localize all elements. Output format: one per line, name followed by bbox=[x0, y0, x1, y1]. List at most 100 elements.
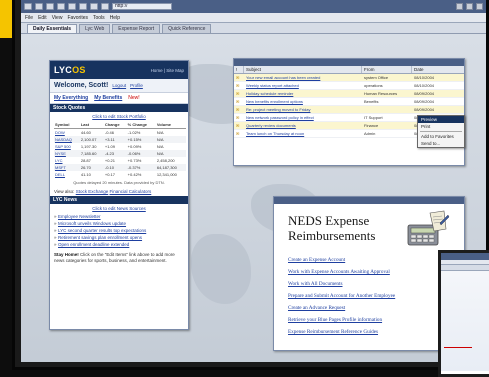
stock-symbol[interactable]: DELL bbox=[54, 171, 80, 178]
news-item[interactable]: Microsoft unveils Windows update bbox=[50, 220, 188, 227]
mail-subject[interactable]: Holiday schedule reminder bbox=[244, 90, 362, 97]
mail-from bbox=[362, 106, 412, 113]
expense-link-all-documents[interactable]: Work with All Documents bbox=[288, 281, 395, 287]
menu-favorites[interactable]: Favorites bbox=[67, 15, 88, 21]
table-row: S&P 500 1,197.30 +1.09 +0.09% N/A bbox=[54, 143, 186, 150]
stock-symbol[interactable]: S&P 500 bbox=[54, 143, 80, 150]
stock-last: 1,197.30 bbox=[80, 144, 97, 149]
mail-subject[interactable]: Your new email account has been created bbox=[244, 74, 362, 81]
new-badge: New! bbox=[128, 95, 140, 101]
mail-from: IT Support bbox=[364, 115, 383, 120]
expense-link-advance-request[interactable]: Create an Advance Request bbox=[288, 305, 395, 311]
home-icon[interactable] bbox=[68, 3, 76, 10]
secondary-red-rule bbox=[444, 343, 472, 348]
tab-lyc-web[interactable]: Lyc Web bbox=[79, 24, 111, 33]
mail-subject[interactable]: New network password policy in effect bbox=[244, 114, 362, 121]
calculator-illustration-icon bbox=[407, 210, 450, 246]
back-icon[interactable] bbox=[24, 3, 32, 10]
mail-subject[interactable]: Weekly status report attached bbox=[244, 82, 362, 89]
mail-titlebar bbox=[234, 59, 464, 66]
mail-from: Benefits bbox=[364, 99, 379, 104]
context-menu-item[interactable]: Preview bbox=[418, 116, 464, 123]
stock-header-row: Symbol Last Change % Change Volume bbox=[54, 121, 186, 129]
expense-link-awaiting-approval[interactable]: Work with Expense Accounts Awaiting Appr… bbox=[288, 269, 395, 275]
news-item[interactable]: Open enrollment deadline extended bbox=[50, 241, 188, 248]
menu-view[interactable]: View bbox=[52, 15, 63, 21]
mail-subject[interactable]: Quarterly review documents bbox=[244, 122, 362, 129]
tab-expense-report[interactable]: Expense Report bbox=[112, 24, 161, 33]
stock-disclaimer: Quotes delayed 20 minutes. Data provided… bbox=[73, 180, 165, 185]
col-from[interactable]: From bbox=[362, 66, 412, 73]
context-menu-item[interactable]: Send to... bbox=[418, 140, 464, 147]
expense-link-create-account[interactable]: Create an Expense Account bbox=[288, 257, 395, 263]
stock-symbol[interactable]: LYC bbox=[54, 157, 80, 164]
mail-from: system Office bbox=[364, 75, 389, 80]
table-row: NASDAQ 2,100.07 +3.11 +0.15% N/A bbox=[54, 136, 186, 143]
close-icon[interactable] bbox=[476, 3, 483, 10]
expense-link-another-employee[interactable]: Prepare and Submit Account for Another E… bbox=[288, 293, 395, 299]
context-menu: Preview Print Add to Favorites Send to..… bbox=[417, 115, 465, 148]
mail-subject[interactable]: Team lunch on Thursday at noon bbox=[244, 130, 362, 137]
refresh-icon[interactable] bbox=[57, 3, 65, 10]
forward-icon[interactable] bbox=[35, 3, 43, 10]
stock-symbol[interactable]: NYSE bbox=[54, 150, 80, 157]
mail-subject[interactable]: New benefits enrollment options bbox=[244, 98, 362, 105]
tab-daily-essentials[interactable]: Daily Essentials bbox=[27, 24, 78, 33]
stock-table: Symbol Last Change % Change Volume DOW 44… bbox=[54, 121, 186, 178]
stock-symbol[interactable]: MSFT bbox=[54, 164, 80, 171]
mail-from: Human Resources bbox=[364, 91, 398, 96]
stock-symbol[interactable]: NASDAQ bbox=[54, 136, 80, 143]
stock-symbol[interactable]: DOW bbox=[54, 129, 80, 137]
mail-row[interactable]: ✉ Holiday schedule reminder Human Resource… bbox=[234, 90, 464, 98]
mail-row[interactable]: ✉ New benefits enrollment options Benefits… bbox=[234, 98, 464, 106]
expense-links: Create an Expense Account Work with Expe… bbox=[288, 257, 395, 341]
page-tabs: Daily Essentials Lyc Web Expense Report … bbox=[21, 23, 486, 34]
stock-exchange-link[interactable]: Stock Exchange bbox=[76, 189, 109, 194]
edit-news-link[interactable]: Click to edit News Sources bbox=[50, 204, 188, 213]
col-change: Change bbox=[103, 121, 127, 129]
context-menu-item[interactable]: Add to Favorites bbox=[418, 133, 464, 140]
mail-row[interactable]: ✉ Re: project meeting moved to Friday 08/0… bbox=[234, 106, 464, 114]
mail-date: 08/09/2004 bbox=[414, 91, 435, 96]
favorites-icon[interactable] bbox=[90, 3, 98, 10]
expense-link-blue-pages[interactable]: Retrieve your Blue Pages Profile informa… bbox=[288, 317, 395, 323]
edit-stocks-link[interactable]: Click to edit Stock Portfolio bbox=[50, 112, 188, 121]
profile-link[interactable]: Profile bbox=[130, 83, 143, 88]
col-date[interactable]: Date bbox=[412, 66, 464, 73]
mail-date: 08/09/2004 bbox=[414, 99, 435, 104]
header-links[interactable]: Home | Site Map bbox=[151, 68, 184, 73]
subnav-my-benefits[interactable]: My Benefits bbox=[94, 95, 122, 101]
menu-help[interactable]: Help bbox=[110, 15, 120, 21]
stock-last: 2,100.07 bbox=[79, 136, 104, 143]
news-item[interactable]: Employee Newsletter bbox=[50, 213, 188, 220]
table-row: DELL 41.10 +0.17 +0.42% 12,341,000 bbox=[54, 171, 186, 178]
stop-icon[interactable] bbox=[46, 3, 54, 10]
expense-link-reference-guides[interactable]: Expense Reimbursement Reference Guides bbox=[288, 329, 395, 335]
col-subject[interactable]: Subject bbox=[244, 66, 362, 73]
search-icon[interactable] bbox=[79, 3, 87, 10]
menu-tools[interactable]: Tools bbox=[93, 15, 105, 21]
subnav-my-everything[interactable]: My Everything bbox=[54, 95, 88, 101]
logout-link[interactable]: Logout bbox=[112, 83, 126, 88]
welcome-text: Welcome, Scott! bbox=[54, 82, 109, 89]
minimize-icon[interactable] bbox=[456, 3, 463, 10]
stock-volume: N/A bbox=[155, 150, 186, 157]
news-item[interactable]: Retirement savings plan enrollment opens bbox=[50, 234, 188, 241]
col-flag[interactable]: ! bbox=[234, 66, 244, 73]
menu-file[interactable]: File bbox=[25, 15, 33, 21]
envelope-icon: ✉ bbox=[236, 131, 240, 136]
stock-change: -4.23 bbox=[103, 150, 127, 157]
company-logo[interactable]: LYCOS bbox=[54, 65, 86, 75]
expense-panel: NEDS Expense Reimbursements Create an Ex… bbox=[273, 196, 465, 351]
tab-quick-reference[interactable]: Quick Reference bbox=[162, 24, 212, 33]
print-icon[interactable] bbox=[101, 3, 109, 10]
financial-calculators-link[interactable]: Financial Calculators bbox=[110, 189, 152, 194]
maximize-icon[interactable] bbox=[466, 3, 473, 10]
mail-subject[interactable]: Re: project meeting moved to Friday bbox=[244, 106, 362, 113]
address-field[interactable]: http:// bbox=[112, 3, 172, 10]
menu-edit[interactable]: Edit bbox=[38, 15, 47, 21]
mail-row[interactable]: ✉ Your new email account has been created… bbox=[234, 74, 464, 82]
context-menu-item[interactable]: Print bbox=[418, 123, 464, 130]
news-item[interactable]: LYC second quarter results top expectati… bbox=[50, 227, 188, 234]
mail-row[interactable]: ✉ Weekly status report attached operations… bbox=[234, 82, 464, 90]
